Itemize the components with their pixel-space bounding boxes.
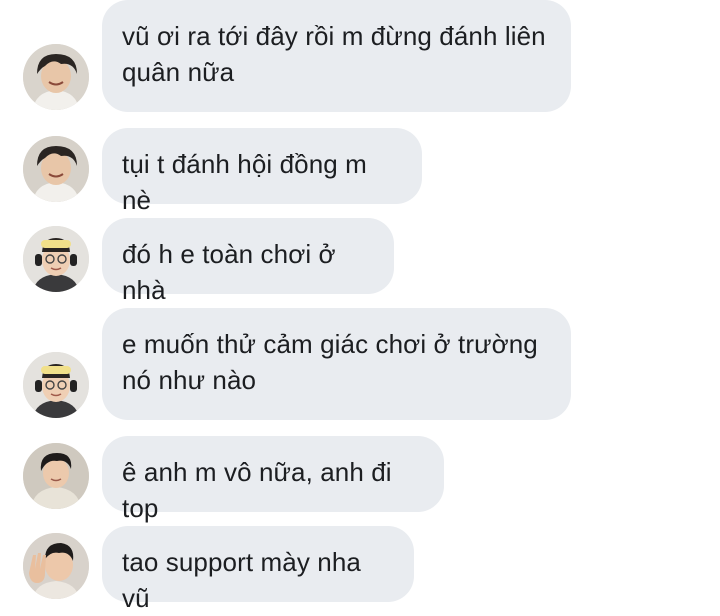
avatar-waving-hand-icon [23,533,89,599]
avatar[interactable] [23,44,89,110]
avatar[interactable] [23,352,89,418]
avatar-yellow-headphones-glasses-icon [23,226,89,292]
avatar-dark-hair-smiling-icon [23,44,89,110]
message-text: e muốn thử cảm giác chơi ở trường nó như… [122,329,538,395]
message-bubble[interactable]: e muốn thử cảm giác chơi ở trường nó như… [102,308,571,420]
message-bubble[interactable]: tao support mày nha vũ [102,526,414,613]
avatar-yellow-headphones-glasses-icon [23,352,89,418]
message-bubble[interactable]: đó h e toàn chơi ở nhà [102,218,394,305]
avatar[interactable] [23,136,89,202]
message-text: đó h e toàn chơi ở nhà [122,239,336,305]
message-bubble[interactable]: ê anh m vô nữa, anh đi top [102,436,444,523]
avatar[interactable] [23,533,89,599]
avatar[interactable] [23,226,89,292]
avatar-dark-hair-jacket-icon [23,443,89,509]
message-text: vũ ơi ra tới đây rồi m đừng đánh liên qu… [122,21,546,87]
message-text: ê anh m vô nữa, anh đi top [122,457,392,523]
message-text: tao support mày nha vũ [122,547,361,613]
avatar-dark-hair-smiling-icon [23,136,89,202]
message-bubble[interactable]: vũ ơi ra tới đây rồi m đừng đánh liên qu… [102,0,571,112]
message-text: tụi t đánh hội đồng m nè [122,149,367,215]
message-bubble[interactable]: tụi t đánh hội đồng m nè [102,128,422,215]
avatar[interactable] [23,443,89,509]
